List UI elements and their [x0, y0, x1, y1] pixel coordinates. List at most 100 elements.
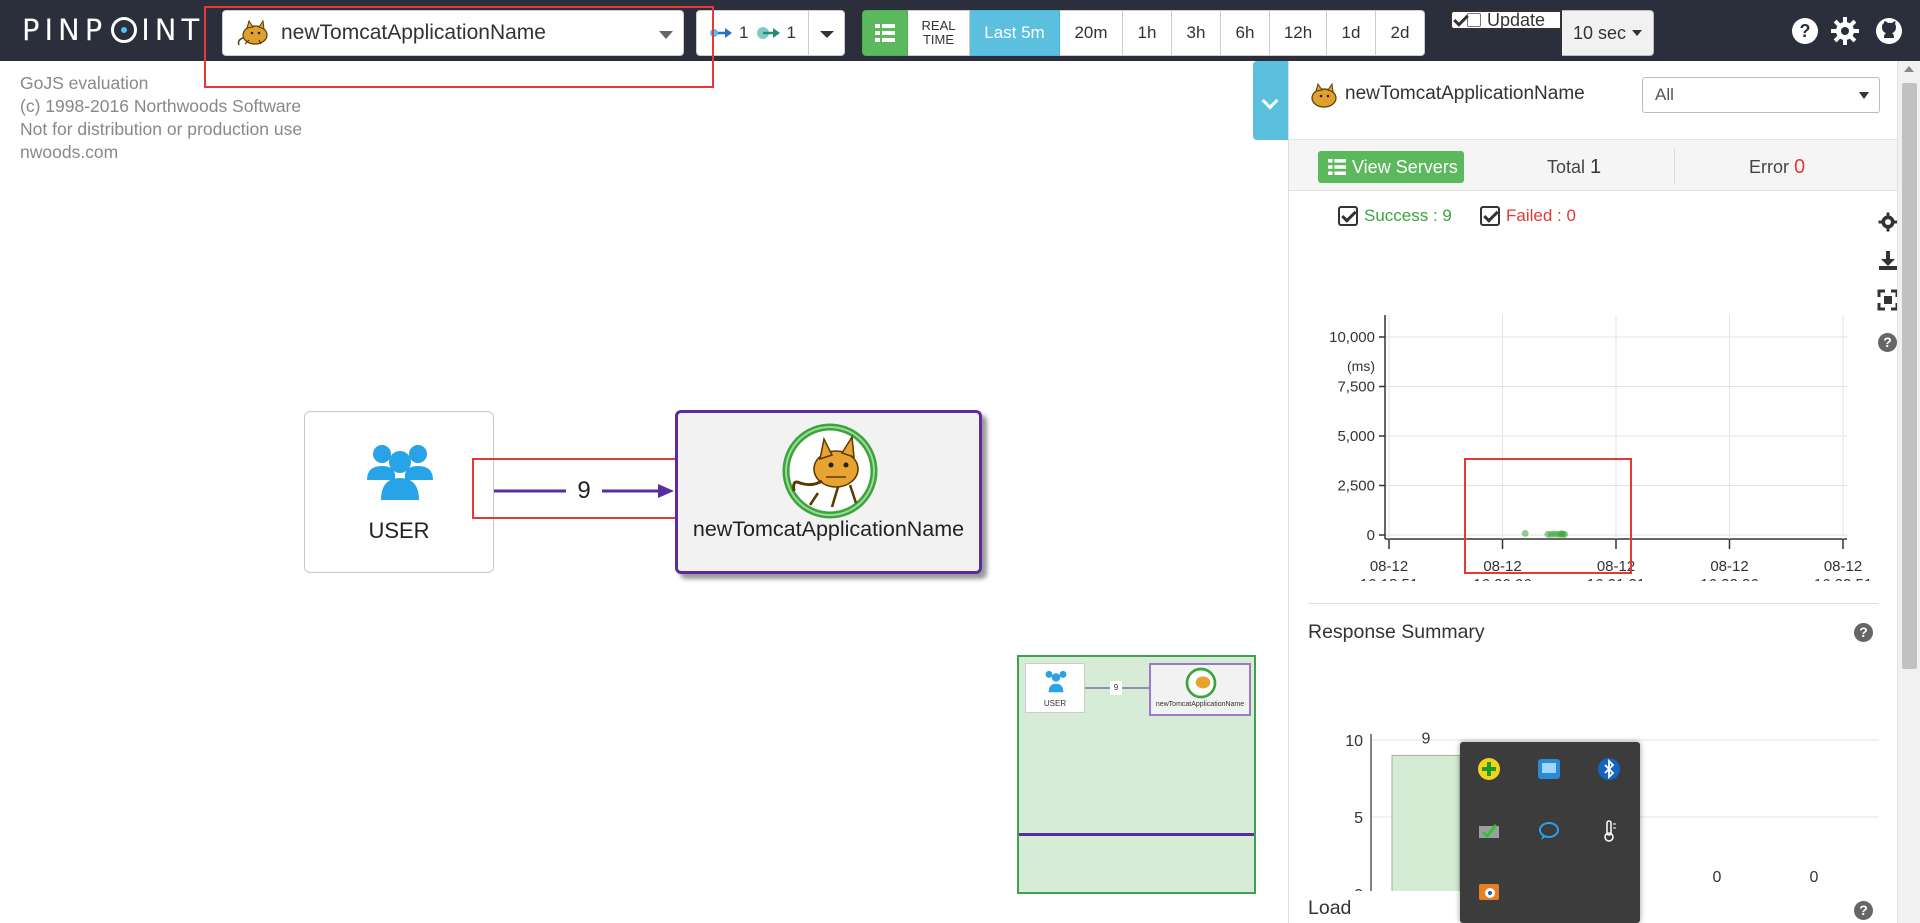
caret-down-icon [1859, 92, 1869, 99]
success-checkbox[interactable] [1338, 206, 1358, 226]
diagram-minimap[interactable]: USER 9 newTomcatApplicationName [1017, 655, 1256, 894]
chart-x-tick-label: 08-12 [1710, 558, 1748, 575]
chart-x-tick-label: 16:18:51 [1360, 576, 1418, 581]
user-node-label: USER [368, 518, 430, 543]
pinpoint-logo[interactable]: PINP INT [22, 12, 204, 48]
minimap-viewport-line [1019, 833, 1254, 836]
response-summary-title: Response Summary [1308, 621, 1485, 643]
help-icon[interactable]: ? [1790, 16, 1820, 46]
update-interval-value: 10 sec [1572, 22, 1627, 43]
help-icon[interactable]: ? [1854, 623, 1873, 642]
update-interval-select[interactable]: 10 sec [1562, 10, 1654, 56]
scrollbar-thumb[interactable] [1902, 83, 1917, 669]
fullscreen-icon[interactable] [1877, 289, 1899, 311]
gear-icon[interactable] [1830, 16, 1860, 46]
minimap-app-node: newTomcatApplicationName [1149, 663, 1251, 716]
network-app-icon[interactable] [1536, 756, 1562, 782]
outbound-arrow-icon [756, 27, 780, 39]
failed-legend[interactable]: Failed : 0 [1480, 206, 1576, 226]
logo-text-left: PINP [22, 13, 108, 47]
user-node[interactable]: USER [304, 411, 494, 573]
github-icon[interactable] [1874, 16, 1904, 46]
chart-x-tick-label: 08-12 [1370, 558, 1408, 575]
failed-legend-label: Failed : 0 [1506, 206, 1576, 225]
range-1d[interactable]: 1d [1327, 10, 1376, 56]
depth-dropdown-button[interactable] [809, 10, 845, 56]
edge-call-count[interactable]: 9 [566, 477, 602, 505]
update-label: Update [1486, 9, 1546, 30]
bluetooth-icon[interactable] [1596, 756, 1622, 782]
chart-y-tick-label: 10 [1345, 733, 1363, 750]
application-node-label: newTomcatApplicationName [692, 517, 965, 541]
chevron-down-icon [659, 31, 673, 39]
disk-app-icon[interactable] [1476, 878, 1502, 904]
watermark-line: (c) 1998-2016 Northwoods Software [20, 96, 302, 116]
chat-bubble-icon[interactable] [1536, 818, 1562, 844]
chart-x-tick-label: 08-12 [1824, 558, 1862, 575]
scatter-point [1521, 529, 1529, 537]
auto-update-group: Update 10 sec [1450, 10, 1654, 56]
range-12h[interactable]: 12h [1270, 10, 1327, 56]
realtime-label-2: TIME [922, 32, 955, 47]
load-title: Load [1308, 897, 1352, 919]
chart-x-tick-label: 16:21:21 [1587, 576, 1645, 581]
view-servers-button[interactable]: View Servers [1318, 151, 1464, 183]
update-toggle[interactable]: Update [1450, 10, 1562, 30]
chart-x-tick-label: 16:23:51 [1814, 576, 1869, 581]
realtime-button[interactable]: REAL TIME [908, 10, 970, 56]
chart-y-tick-label: 7,500 [1337, 379, 1375, 396]
summary-divider [1674, 148, 1675, 184]
users-icon [1045, 670, 1067, 693]
chart-y-tick-label: 0 [1367, 527, 1375, 544]
panel-summary-bar: View Servers Total 1 Error 0 [1289, 139, 1901, 191]
update-checkbox[interactable] [1466, 13, 1481, 27]
agent-filter-value: All [1655, 85, 1674, 104]
agent-filter-select[interactable]: All [1642, 77, 1880, 113]
range-6h[interactable]: 6h [1221, 10, 1270, 56]
gear-icon[interactable] [1877, 211, 1899, 233]
range-2d[interactable]: 2d [1376, 10, 1425, 56]
chart-x-tick-label: 16:20:06 [1473, 576, 1531, 581]
range-last-5m[interactable]: Last 5m [970, 10, 1060, 56]
add-app-icon[interactable] [1476, 756, 1502, 782]
error-label: Error [1749, 157, 1789, 177]
chart-x-tick-label: 16:22:36 [1700, 576, 1758, 581]
panel-collapse-toggle[interactable] [1253, 61, 1288, 140]
help-icon[interactable]: ? [1854, 901, 1873, 920]
range-1h[interactable]: 1h [1123, 10, 1172, 56]
application-select[interactable]: newTomcatApplicationName [222, 10, 684, 56]
minimap-app-label: newTomcatApplicationName [1155, 701, 1245, 708]
scroll-up-icon[interactable] [1904, 66, 1914, 72]
bar-value-label: 9 [1422, 730, 1431, 747]
range-3h[interactable]: 3h [1172, 10, 1221, 56]
thermometer-icon[interactable] [1596, 818, 1622, 844]
users-icon [367, 445, 433, 500]
logo-text-right: INT [141, 13, 205, 47]
chart-y-tick-label: 10,000 [1329, 329, 1375, 346]
failed-checkbox[interactable] [1480, 206, 1500, 226]
success-legend-label: Success : 9 [1364, 206, 1452, 225]
application-select-value: newTomcatApplicationName [281, 21, 546, 44]
list-view-button[interactable] [862, 10, 908, 56]
svg-text:?: ? [1800, 21, 1811, 41]
range-20m[interactable]: 20m [1060, 10, 1123, 56]
panel-scrollbar[interactable] [1897, 61, 1920, 923]
success-legend[interactable]: Success : 9 [1338, 206, 1452, 226]
total-count: Total 1 [1547, 156, 1601, 179]
chart-y-axis-label: (ms) [1347, 358, 1375, 374]
response-bar [1391, 754, 1461, 891]
total-value: 1 [1590, 156, 1602, 178]
section-divider [1308, 603, 1878, 604]
chart-x-tick-label: 08-12 [1597, 558, 1635, 575]
response-time-scatter-chart[interactable]: 10,0007,5005,0002,5000(ms)08-1216:18:510… [1289, 241, 1869, 581]
panel-app-name: newTomcatApplicationName [1345, 83, 1585, 104]
watermark-line: nwoods.com [20, 142, 119, 162]
inbound-outbound-depth[interactable]: 1 1 [696, 10, 809, 56]
minimap-user-node: USER [1025, 663, 1085, 713]
help-icon[interactable]: ? [1878, 333, 1897, 352]
download-icon[interactable] [1877, 249, 1899, 271]
application-node[interactable]: newTomcatApplicationName [675, 410, 982, 574]
scatter-point [1561, 530, 1569, 538]
sync-check-icon[interactable] [1476, 818, 1502, 844]
logo-o-icon [111, 17, 138, 43]
